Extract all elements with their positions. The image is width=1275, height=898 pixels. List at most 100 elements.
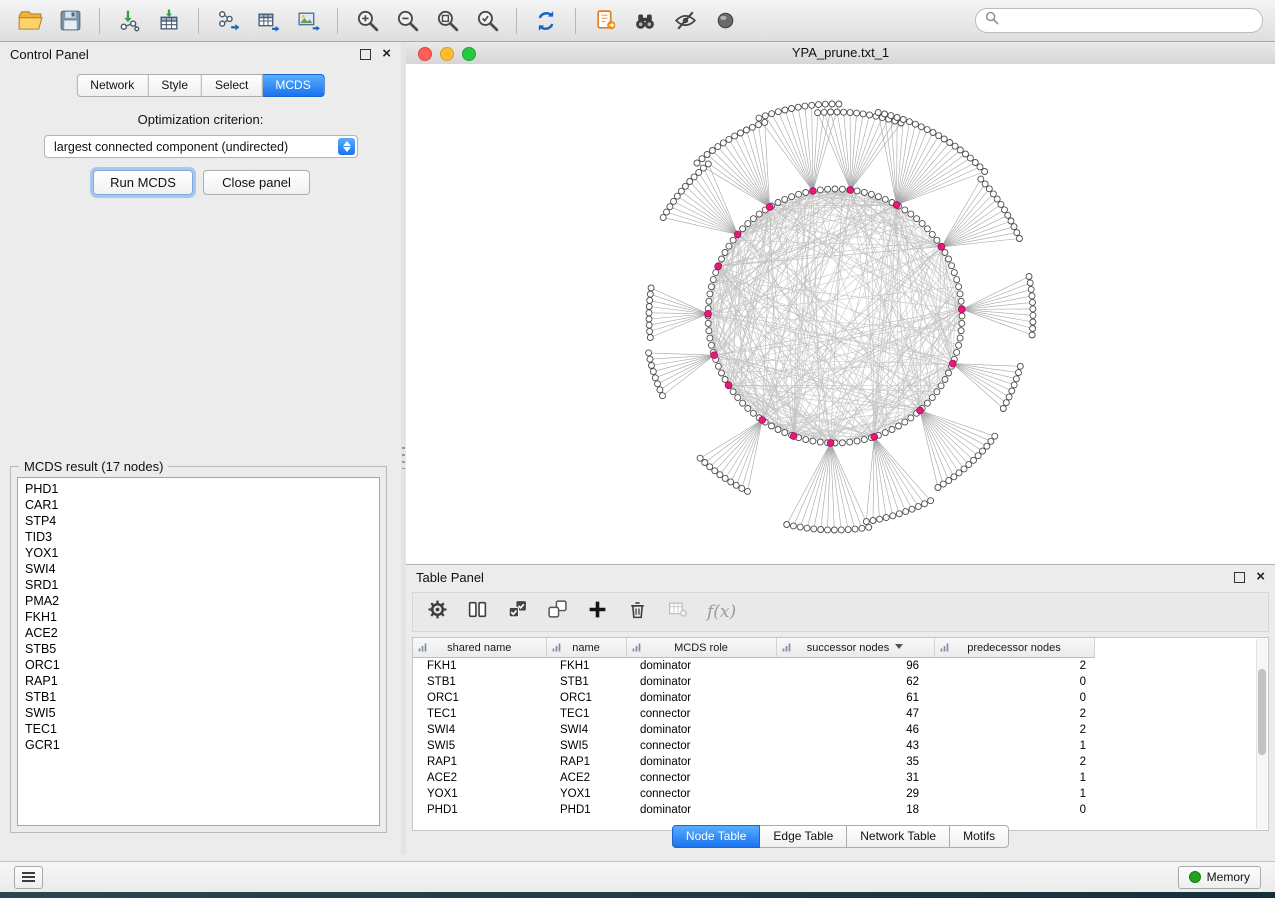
import-network-icon[interactable] [111,5,147,37]
mcds-result-item[interactable]: PHD1 [18,481,379,497]
column-menu-icon[interactable] [552,642,562,656]
mcds-result-item[interactable]: SWI5 [18,705,379,721]
float-panel-icon[interactable] [360,49,371,60]
table-cell[interactable]: ACE2 [546,770,626,786]
column-menu-icon[interactable] [418,642,428,656]
table-cell[interactable]: TEC1 [546,706,626,722]
table-cell[interactable]: dominator [626,802,776,818]
column-header-successor-nodes[interactable]: successor nodes [776,638,934,658]
mcds-result-item[interactable]: ORC1 [18,657,379,673]
table-row[interactable]: STB1STB1dominator620 [413,674,1094,690]
zoom-fit-icon[interactable] [429,5,465,37]
table-row[interactable]: YOX1YOX1connector291 [413,786,1094,802]
table-cell[interactable]: 62 [776,674,934,690]
column-header-mcds-role[interactable]: MCDS role [626,638,776,658]
table-cell[interactable]: 1 [934,770,1094,786]
import-table-icon[interactable] [151,5,187,37]
tab-edge-table[interactable]: Edge Table [760,825,847,848]
tab-network-table[interactable]: Network Table [847,825,950,848]
table-cell[interactable]: 1 [934,786,1094,802]
table-cell[interactable]: 47 [776,706,934,722]
tab-network[interactable]: Network [76,74,148,97]
tab-motifs[interactable]: Motifs [950,825,1009,848]
table-cell[interactable]: 61 [776,690,934,706]
table-cell[interactable]: ORC1 [413,690,546,706]
table-scrollbar-thumb[interactable] [1258,669,1266,755]
mcds-result-item[interactable]: FKH1 [18,609,379,625]
zoom-out-icon[interactable] [389,5,425,37]
table-cell[interactable]: connector [626,770,776,786]
network-window-titlebar[interactable]: YPA_prune.txt_1 [406,42,1275,65]
table-cell[interactable]: 0 [934,802,1094,818]
table-cell[interactable]: STB1 [546,674,626,690]
table-cell[interactable]: SWI4 [413,722,546,738]
mcds-result-item[interactable]: SRD1 [18,577,379,593]
hide-graphics-details-icon[interactable] [667,5,703,37]
table-row[interactable]: ORC1ORC1dominator610 [413,690,1094,706]
table-scrollbar[interactable] [1256,639,1267,829]
column-header-predecessor-nodes[interactable]: predecessor nodes [934,638,1094,658]
node-table[interactable]: shared name name MCDS role successor nod… [412,637,1269,831]
table-cell[interactable]: 43 [776,738,934,754]
table-cell[interactable]: dominator [626,658,776,675]
table-row[interactable]: TEC1TEC1connector472 [413,706,1094,722]
network-view[interactable] [406,64,1275,564]
show-panels-button[interactable] [14,866,43,889]
tab-style[interactable]: Style [148,74,202,97]
table-cell[interactable]: 31 [776,770,934,786]
zoom-selected-icon[interactable] [469,5,505,37]
column-header-name[interactable]: name [546,638,626,658]
mcds-result-item[interactable]: PMA2 [18,593,379,609]
table-cell[interactable]: 46 [776,722,934,738]
network-canvas[interactable] [406,64,1275,564]
close-panel-button[interactable]: Close panel [203,170,310,195]
zoom-in-icon[interactable] [349,5,385,37]
table-cell[interactable]: FKH1 [546,658,626,675]
table-cell[interactable]: YOX1 [413,786,546,802]
table-cell[interactable]: PHD1 [546,802,626,818]
mcds-result-item[interactable]: TID3 [18,529,379,545]
mcds-result-item[interactable]: YOX1 [18,545,379,561]
add-column-icon[interactable] [587,599,608,625]
dropdown-stepper-icon[interactable] [338,138,355,155]
select-all-rows-icon[interactable] [507,599,528,625]
close-table-panel-icon[interactable]: × [1256,569,1265,584]
table-row[interactable]: SWI4SWI4dominator462 [413,722,1094,738]
table-cell[interactable]: 2 [934,706,1094,722]
memory-button[interactable]: Memory [1178,866,1261,889]
mcds-result-item[interactable]: STP4 [18,513,379,529]
tab-node-table[interactable]: Node Table [672,825,761,848]
mcds-result-item[interactable]: STB5 [18,641,379,657]
table-cell[interactable]: SWI5 [546,738,626,754]
tab-mcds[interactable]: MCDS [262,74,324,97]
table-cell[interactable]: connector [626,706,776,722]
table-settings-gear-icon[interactable] [427,599,448,625]
float-table-panel-icon[interactable] [1234,572,1245,583]
table-cell[interactable]: ORC1 [546,690,626,706]
refresh-layout-icon[interactable] [528,5,564,37]
table-cell[interactable]: dominator [626,754,776,770]
run-mcds-button[interactable]: Run MCDS [93,170,193,195]
table-cell[interactable]: 2 [934,722,1094,738]
mcds-result-item[interactable]: STB1 [18,689,379,705]
table-row[interactable]: PHD1PHD1dominator180 [413,802,1094,818]
search-input[interactable] [1005,13,1253,29]
mcds-result-list[interactable]: PHD1CAR1STP4TID3YOX1SWI4SRD1PMA2FKH1ACE2… [17,477,380,826]
column-menu-icon[interactable] [940,642,950,656]
criterion-select[interactable]: largest connected component (undirected) [44,135,358,158]
mcds-result-item[interactable]: CAR1 [18,497,379,513]
tab-select[interactable]: Select [202,74,262,97]
table-cell[interactable]: YOX1 [546,786,626,802]
export-document-icon[interactable] [587,5,623,37]
table-cell[interactable]: 1 [934,738,1094,754]
mcds-result-item[interactable]: TEC1 [18,721,379,737]
save-session-icon[interactable] [52,5,88,37]
table-cell[interactable]: STB1 [413,674,546,690]
sort-descending-icon[interactable] [895,644,903,649]
export-table-icon[interactable] [250,5,286,37]
column-header-shared-name[interactable]: shared name [413,638,546,658]
mcds-result-item[interactable]: GCR1 [18,737,379,753]
table-row[interactable]: FKH1FKH1dominator962 [413,658,1094,675]
open-session-icon[interactable] [12,5,48,37]
close-panel-icon[interactable]: × [382,46,391,61]
